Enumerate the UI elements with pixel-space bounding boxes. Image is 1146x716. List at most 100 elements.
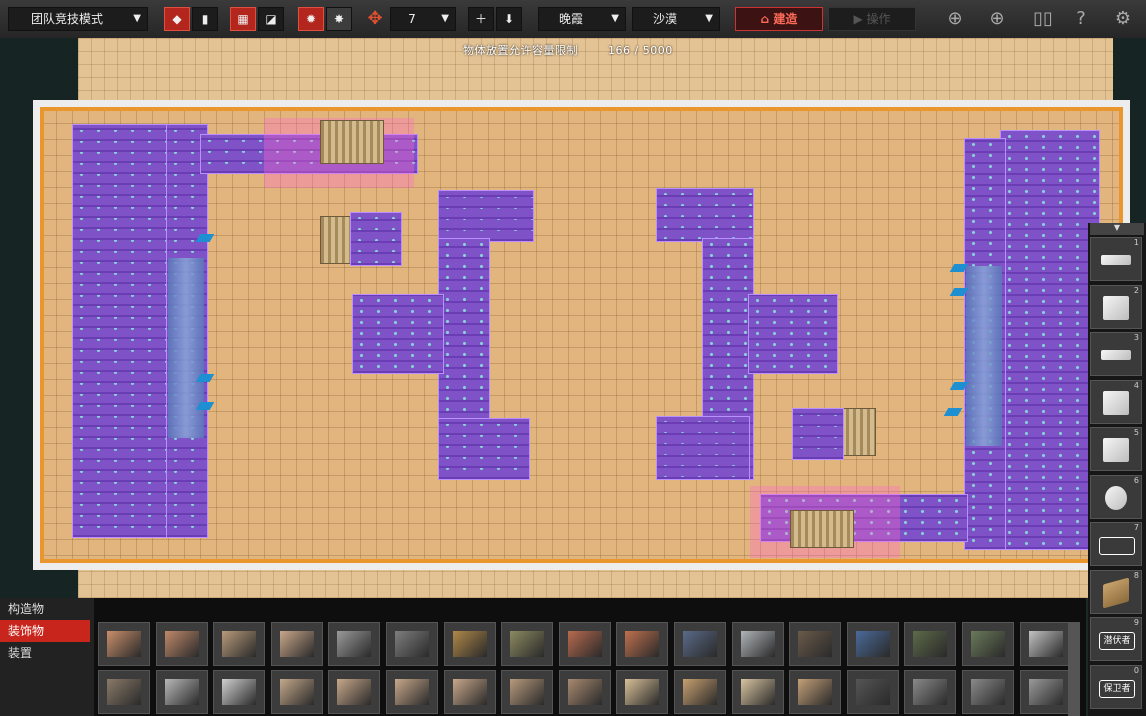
item-slot[interactable] [789, 670, 842, 714]
item-slot[interactable] [674, 622, 726, 666]
chevron-down-icon: ▼ [133, 13, 141, 24]
item-thumbnail [279, 631, 314, 657]
palette-slot[interactable]: 5 [1090, 427, 1142, 471]
shadow-toggle-button[interactable]: ✸ [326, 7, 352, 31]
item-slot[interactable] [731, 622, 784, 666]
box-object-icon [1103, 390, 1129, 415]
build-button[interactable]: ⌂ 建造 [735, 7, 823, 31]
download-button[interactable]: ⬇ [496, 7, 522, 31]
capacity-value: 166 / 5000 [608, 44, 673, 57]
add-button[interactable]: ＋ [468, 7, 494, 31]
item-slot[interactable] [213, 622, 266, 666]
slot-number: 3 [1133, 333, 1139, 342]
item-slot[interactable] [443, 670, 496, 714]
item-thumbnail [683, 679, 717, 705]
move-icon[interactable]: ✥ [362, 7, 388, 31]
palette-slot[interactable]: 3 [1090, 332, 1142, 376]
palette-slot[interactable]: 4 [1090, 379, 1142, 424]
slot-number: 5 [1133, 428, 1139, 437]
item-slot[interactable] [328, 622, 381, 666]
book-icon[interactable]: ▯▯ [1030, 7, 1056, 31]
box-object-icon [1103, 438, 1129, 462]
slot-number: 7 [1133, 523, 1139, 532]
item-scrollbar[interactable] [1068, 622, 1080, 716]
mode-dropdown[interactable]: 团队竞技模式 ▼ [8, 7, 148, 31]
item-slot[interactable] [501, 670, 554, 714]
new-map-icon[interactable]: ⊕ [942, 7, 968, 31]
item-slot[interactable] [558, 622, 611, 666]
item-slot[interactable] [904, 670, 957, 714]
item-thumbnail [107, 631, 141, 657]
slot-number: 6 [1133, 475, 1139, 485]
item-slot[interactable] [328, 670, 381, 714]
item-slot[interactable] [213, 670, 266, 714]
tab-decorations[interactable]: 装饰物 [0, 620, 90, 642]
palette-slot[interactable]: 9 潜伏者 [1090, 617, 1142, 661]
chevron-down-icon: ▼ [441, 13, 449, 24]
terrain-dropdown[interactable]: 沙漠 ▼ [632, 7, 720, 31]
item-slot[interactable] [270, 622, 323, 666]
left-wall-block [72, 124, 172, 538]
item-slot[interactable] [1019, 622, 1072, 666]
gear-icon[interactable]: ⚙ [1110, 7, 1136, 31]
item-slot[interactable] [443, 622, 496, 666]
ramp-object-icon [1103, 577, 1129, 608]
tab-devices[interactable]: 装置 [0, 642, 90, 664]
light-toggle-button[interactable]: ✹ [298, 7, 324, 31]
item-slot[interactable] [616, 670, 669, 714]
item-thumbnail [1028, 631, 1063, 657]
wooden-crate [790, 510, 854, 548]
palette-slot[interactable]: 1 [1090, 237, 1142, 281]
item-slot[interactable] [501, 622, 554, 666]
palette-slot[interactable]: 2 [1090, 284, 1142, 329]
hex-object-icon: 潜伏者 [1099, 632, 1135, 650]
palette-slot[interactable]: 6 [1090, 474, 1142, 519]
grid-size-dropdown[interactable]: 7 ▼ [390, 7, 456, 31]
item-slot[interactable] [789, 622, 842, 666]
item-slot[interactable] [731, 670, 784, 714]
operate-button[interactable]: ▶ 操作 [828, 7, 916, 31]
capacity-indicator: 物体放置允许容量限制 166 / 5000 [463, 42, 673, 58]
item-slot[interactable] [962, 670, 1014, 714]
item-slot[interactable] [846, 622, 899, 666]
item-slot[interactable] [558, 670, 611, 714]
item-slot[interactable] [98, 670, 150, 714]
palette-slot[interactable]: 8 [1090, 569, 1142, 614]
light-icon: ✹ [305, 12, 317, 26]
item-slot[interactable] [846, 670, 899, 714]
palette-slot[interactable]: 0 保卫者 [1090, 664, 1142, 709]
item-slot[interactable] [1019, 670, 1072, 714]
item-slot[interactable] [616, 622, 669, 666]
map-viewport[interactable]: ⌄ [0, 38, 1146, 628]
item-slot[interactable] [155, 622, 208, 666]
item-thumbnail [1028, 679, 1063, 705]
tab-structures[interactable]: 构造物 [0, 598, 90, 620]
grid-toggle-button[interactable]: ▦ [230, 7, 256, 31]
capacity-label: 物体放置允许容量限制 [463, 44, 578, 57]
item-slot[interactable] [674, 670, 726, 714]
time-of-day-value: 晚霞 [558, 12, 583, 26]
item-thumbnail [452, 679, 487, 705]
palette-slot[interactable]: 7 [1090, 522, 1142, 566]
item-slot[interactable] [98, 622, 150, 666]
help-icon[interactable]: ? [1068, 7, 1094, 31]
load-map-icon[interactable]: ⊕ [984, 7, 1010, 31]
eraser-tool-button[interactable]: ◆ [164, 7, 190, 31]
item-slot[interactable] [155, 670, 208, 714]
item-slot[interactable] [386, 670, 438, 714]
diagonal-toggle-button[interactable]: ◪ [258, 7, 284, 31]
item-slot[interactable] [270, 670, 323, 714]
play-icon: ▶ [853, 12, 863, 26]
palette-scroll-up-icon[interactable]: ▼ [1090, 223, 1144, 235]
item-slot[interactable] [962, 622, 1014, 666]
item-slot[interactable] [904, 622, 957, 666]
time-of-day-dropdown[interactable]: 晚霞 ▼ [538, 7, 626, 31]
category-tabs: 构造物 装饰物 装置 [0, 598, 94, 716]
diagonal-icon: ◪ [265, 12, 277, 26]
slot-number: 0 [1133, 665, 1139, 675]
left-blue-wall [168, 258, 204, 438]
item-slot[interactable] [386, 622, 438, 666]
flat-object-icon [1101, 350, 1131, 360]
brush-tool-button[interactable]: ▮ [192, 7, 218, 31]
item-thumbnail [913, 631, 948, 657]
